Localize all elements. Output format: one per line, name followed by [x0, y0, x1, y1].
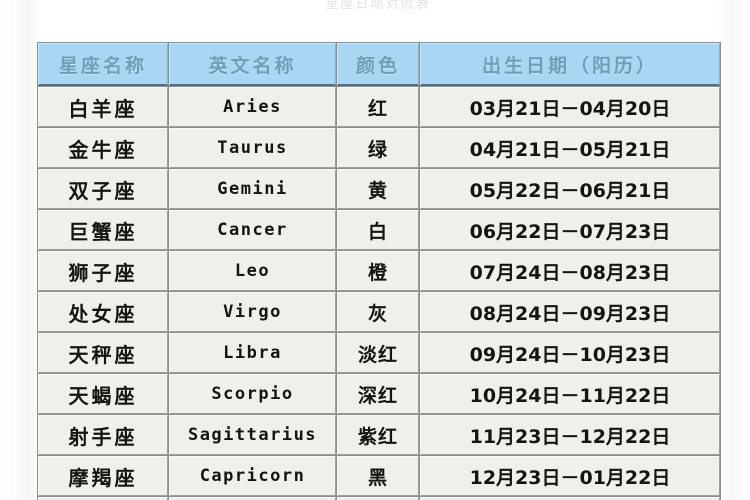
table-row: 摩羯座 Capricorn 黑 12月23日－01月22日: [38, 456, 720, 496]
table-row: 巨蟹座 Cancer 白 06月22日－07月23日: [38, 210, 720, 250]
clipped-page-title: 星座日期对照表: [325, 0, 431, 12]
zodiac-table-container: 星座名称 英文名称 颜色 出生日期（阳历） 白羊座 Aries 红 03月21日…: [37, 42, 721, 500]
column-header-sign-name: 星座名称: [38, 43, 168, 86]
cell-sign-name: 白羊座: [38, 87, 168, 127]
zodiac-table: 星座名称 英文名称 颜色 出生日期（阳历） 白羊座 Aries 红 03月21日…: [37, 42, 721, 500]
cell-color: 橙: [337, 251, 419, 291]
cell-english-name: Aries: [169, 87, 336, 127]
table-row: 双子座 Gemini 黄 05月22日－06月21日: [38, 169, 720, 209]
cell-sign-name: 处女座: [38, 292, 168, 332]
page-canvas: 星座日期对照表 星座名称 英文名称 颜色 出生日期（阳历） 白羊座 Aries …: [0, 0, 750, 500]
cell-color: 黄: [337, 169, 419, 209]
cell-birth-date: 07月24日－08月23日: [420, 251, 720, 291]
cell-english-name: Gemini: [169, 169, 336, 209]
table-row: 处女座 Virgo 灰 08月24日－09月23日: [38, 292, 720, 332]
cell-english-name: Leo: [169, 251, 336, 291]
cell-sign-name: 金牛座: [38, 128, 168, 168]
cell-sign-name: 狮子座: [38, 251, 168, 291]
table-row: 天秤座 Libra 淡红 09月24日－10月23日: [38, 333, 720, 373]
cell-english-name: Scorpio: [169, 374, 336, 414]
column-header-birth-date: 出生日期（阳历）: [420, 43, 720, 86]
table-header: 星座名称 英文名称 颜色 出生日期（阳历）: [38, 43, 720, 86]
cell-color: 绿: [337, 128, 419, 168]
cell-english-name: Virgo: [169, 292, 336, 332]
table-row: 金牛座 Taurus 绿 04月21日－05月21日: [38, 128, 720, 168]
cell-color: 淡红: [337, 333, 419, 373]
cell-birth-date: 08月24日－09月23日: [420, 292, 720, 332]
cell-english-name: Sagittarius: [169, 415, 336, 455]
table-row: 射手座 Sagittarius 紫红 11月23日－12月22日: [38, 415, 720, 455]
cell-birth-date: 10月24日－11月22日: [420, 374, 720, 414]
table-body: 白羊座 Aries 红 03月21日－04月20日 金牛座 Taurus 绿 0…: [38, 87, 720, 500]
cell-birth-date: 11月23日－12月22日: [420, 415, 720, 455]
cell-sign-name: 双子座: [38, 169, 168, 209]
cell-sign-name: 射手座: [38, 415, 168, 455]
cell-english-name: Libra: [169, 333, 336, 373]
column-header-english-name: 英文名称: [169, 43, 336, 86]
table-row: 狮子座 Leo 橙 07月24日－08月23日: [38, 251, 720, 291]
cell-birth-date: 12月23日－01月22日: [420, 456, 720, 496]
table-header-row: 星座名称 英文名称 颜色 出生日期（阳历）: [38, 43, 720, 86]
column-header-color: 颜色: [337, 43, 419, 86]
cell-sign-name: 天秤座: [38, 333, 168, 373]
cell-english-name: Capricorn: [169, 456, 336, 496]
table-row: 白羊座 Aries 红 03月21日－04月20日: [38, 87, 720, 127]
cell-color: 紫红: [337, 415, 419, 455]
cell-english-name: Cancer: [169, 210, 336, 250]
table-row: 天蝎座 Scorpio 深红 10月24日－11月22日: [38, 374, 720, 414]
cell-sign-name: 巨蟹座: [38, 210, 168, 250]
cell-color: 黑: [337, 456, 419, 496]
cell-birth-date: 06月22日－07月23日: [420, 210, 720, 250]
cell-color: 深红: [337, 374, 419, 414]
cell-color: 白: [337, 210, 419, 250]
cell-color: 灰: [337, 292, 419, 332]
cell-birth-date: 03月21日－04月20日: [420, 87, 720, 127]
cell-color: 红: [337, 87, 419, 127]
cell-sign-name: 摩羯座: [38, 456, 168, 496]
cell-english-name: Taurus: [169, 128, 336, 168]
cell-birth-date: 05月22日－06月21日: [420, 169, 720, 209]
cell-birth-date: 04月21日－05月21日: [420, 128, 720, 168]
cell-birth-date: 09月24日－10月23日: [420, 333, 720, 373]
cell-sign-name: 天蝎座: [38, 374, 168, 414]
